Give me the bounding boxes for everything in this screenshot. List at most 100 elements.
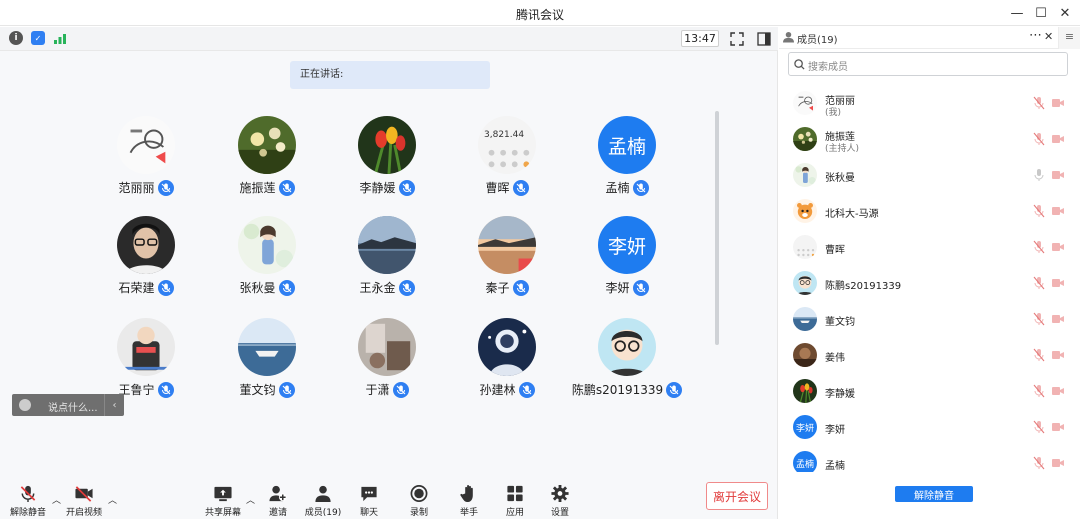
member-mic-muted-icon[interactable]	[1033, 456, 1045, 470]
participant-name-row: 孟楠	[567, 179, 687, 196]
member-row[interactable]: 姜伟	[779, 338, 1080, 372]
member-mic-muted-icon[interactable]	[1033, 240, 1045, 254]
emoji-icon[interactable]	[19, 399, 31, 411]
member-row[interactable]: 陈鹏s20191339	[779, 266, 1080, 300]
close-panel-icon[interactable]: ✕	[1044, 30, 1053, 43]
info-icon[interactable]: i	[9, 31, 23, 45]
member-row[interactable]: 范丽丽 (我)	[779, 86, 1080, 120]
participant-tile[interactable]: 李妍 李妍	[567, 216, 687, 316]
share-options-chevron-icon[interactable]: ︿	[246, 493, 255, 506]
avatar-text: 李妍	[607, 235, 646, 258]
member-mic-muted-icon[interactable]	[1033, 168, 1045, 182]
member-mic-muted-icon[interactable]	[1033, 96, 1045, 110]
collapse-chevron-icon[interactable]: ‹	[104, 394, 124, 416]
member-search-input[interactable]: 搜索成员	[788, 52, 1068, 76]
participant-avatar	[598, 318, 656, 376]
participant-name-row: 曹晖	[447, 179, 567, 196]
member-row[interactable]: 李妍 李妍	[779, 410, 1080, 444]
member-mic-muted-icon[interactable]	[1033, 348, 1045, 362]
participant-name-row: 李妍	[567, 279, 687, 296]
participant-tile[interactable]: 孙建林	[447, 318, 567, 418]
member-name: 北科大-马源	[825, 209, 879, 220]
member-video-off-icon[interactable]	[1051, 133, 1065, 145]
member-video-off-icon[interactable]	[1051, 457, 1065, 469]
search-placeholder: 搜索成员	[808, 62, 848, 73]
minimize-button[interactable]: —	[1006, 3, 1028, 23]
member-mic-muted-icon[interactable]	[1033, 132, 1045, 146]
participant-tile[interactable]: 陈鹏s20191339	[567, 318, 687, 418]
chat-button[interactable]: 聊天	[347, 484, 391, 518]
member-row[interactable]: 孟楠 孟楠	[779, 446, 1080, 472]
title-bar: 腾讯会议 — ☐ ✕	[0, 0, 1080, 26]
participant-tile[interactable]: 李静媛	[327, 116, 447, 216]
member-video-off-icon[interactable]	[1051, 277, 1065, 289]
leave-meeting-button[interactable]: 离开会议	[706, 482, 768, 510]
member-row[interactable]: 董文钧	[779, 302, 1080, 336]
apps-button[interactable]: 应用	[493, 484, 537, 518]
participant-tile[interactable]: 王永金	[327, 216, 447, 316]
signal-icon[interactable]	[53, 31, 67, 45]
record-button[interactable]: 录制	[397, 484, 441, 518]
member-video-off-icon[interactable]	[1051, 205, 1065, 217]
participant-tile[interactable]: 3,821.44 曹晖	[447, 116, 567, 216]
participant-name-row: 王永金	[327, 279, 447, 296]
maximize-button[interactable]: ☐	[1030, 3, 1052, 23]
member-video-off-icon[interactable]	[1051, 313, 1065, 325]
participant-tile[interactable]: 石荣建	[86, 216, 206, 316]
search-icon	[794, 59, 805, 70]
member-avatar	[793, 307, 817, 331]
participant-tile[interactable]: 董文钧	[207, 318, 327, 418]
chat-quick-input[interactable]: 说点什么... ‹	[12, 394, 124, 416]
unmute-all-button[interactable]: 解除静音	[895, 486, 973, 502]
panel-menu-icon[interactable]: ≡	[1058, 27, 1080, 49]
member-row[interactable]: 张秋曼	[779, 158, 1080, 192]
people-icon	[315, 485, 331, 503]
start-video-button[interactable]: 开启视频	[62, 484, 106, 518]
member-row[interactable]: 曹晖	[779, 230, 1080, 264]
member-mic-muted-icon[interactable]	[1033, 204, 1045, 218]
participant-tile[interactable]: 张秋曼	[207, 216, 327, 316]
member-mic-muted-icon[interactable]	[1033, 312, 1045, 326]
participant-name-row: 秦子	[447, 279, 567, 296]
member-mic-muted-icon[interactable]	[1033, 276, 1045, 290]
member-video-off-icon[interactable]	[1051, 349, 1065, 361]
more-options-icon[interactable]: ⋯	[1029, 28, 1042, 43]
member-mic-muted-icon[interactable]	[1033, 420, 1045, 434]
video-options-chevron-icon[interactable]: ︿	[108, 493, 117, 506]
fullscreen-icon[interactable]	[729, 31, 745, 47]
participant-tile[interactable]: 秦子	[447, 216, 567, 316]
member-row[interactable]: 北科大-马源	[779, 194, 1080, 228]
share-screen-button[interactable]: 共享屏幕	[201, 484, 245, 518]
raise-hand-button[interactable]: 举手	[447, 484, 491, 518]
avatar-text: 李妍	[795, 423, 814, 434]
participant-avatar	[117, 318, 175, 376]
participant-tile[interactable]: 施振莲	[207, 116, 327, 216]
muted-mic-icon	[632, 279, 649, 296]
participant-tile[interactable]: 于潇	[327, 318, 447, 418]
member-row[interactable]: 李静媛	[779, 374, 1080, 408]
member-video-off-icon[interactable]	[1051, 385, 1065, 397]
member-name: 张秋曼	[825, 173, 855, 184]
member-video-off-icon[interactable]	[1051, 169, 1065, 181]
member-video-off-icon[interactable]	[1051, 421, 1065, 433]
members-button[interactable]: 成员(19)	[301, 484, 345, 518]
participant-tile[interactable]: 孟楠 孟楠	[567, 116, 687, 216]
muted-mic-icon	[518, 381, 535, 398]
member-mic-muted-icon[interactable]	[1033, 384, 1045, 398]
muted-mic-icon	[20, 485, 36, 503]
audio-options-chevron-icon[interactable]: ︿	[52, 493, 61, 506]
member-video-off-icon[interactable]	[1051, 241, 1065, 253]
invite-button[interactable]: 邀请	[256, 484, 300, 518]
participant-name: 秦子	[485, 281, 510, 295]
close-button[interactable]: ✕	[1054, 3, 1076, 23]
settings-button[interactable]: 设置	[538, 484, 582, 518]
shield-icon[interactable]: ✓	[31, 31, 45, 45]
unmute-button[interactable]: 解除静音	[6, 484, 50, 518]
participant-tile[interactable]: 范丽丽	[86, 116, 206, 216]
grid-scrollbar[interactable]	[715, 111, 719, 345]
participant-name-row: 石荣建	[86, 279, 206, 296]
member-row[interactable]: 施振莲 (主持人)	[779, 122, 1080, 156]
member-video-off-icon[interactable]	[1051, 97, 1065, 109]
participant-name-row: 董文钧	[207, 381, 327, 398]
sidebar-toggle-icon[interactable]	[756, 31, 772, 47]
